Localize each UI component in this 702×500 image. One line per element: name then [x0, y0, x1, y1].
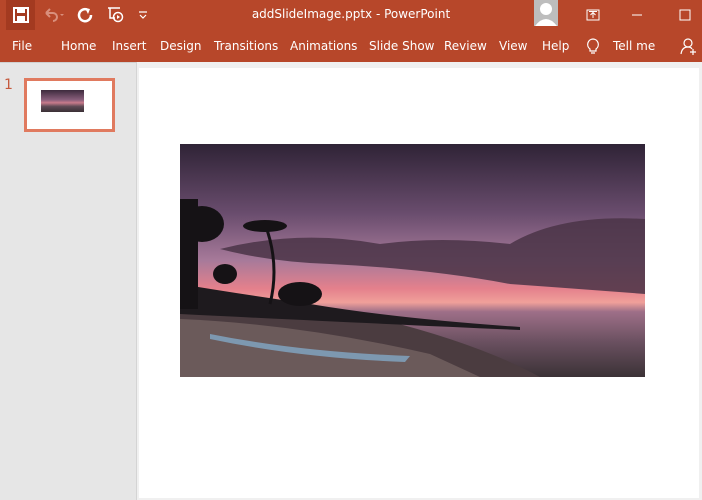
share-icon[interactable] — [680, 38, 698, 55]
tab-animations[interactable]: Animations — [290, 39, 357, 53]
slide-image[interactable] — [180, 144, 645, 377]
slide-canvas[interactable] — [139, 68, 699, 498]
tab-review[interactable]: Review — [444, 39, 487, 53]
thumbnail-image — [41, 90, 84, 112]
tab-help[interactable]: Help — [542, 39, 569, 53]
maximize-button[interactable] — [674, 0, 696, 30]
minimize-button[interactable] — [626, 0, 648, 30]
slide-editor — [137, 62, 702, 500]
slide-thumbnail[interactable] — [24, 78, 115, 132]
tell-me-search[interactable]: Tell me — [613, 39, 655, 53]
ribbon-display-options-button[interactable] — [582, 0, 604, 30]
maximize-icon — [679, 9, 691, 21]
tab-view[interactable]: View — [499, 39, 527, 53]
ribbon-tabs: File Home Insert Design Transitions Anim… — [0, 30, 702, 62]
tab-file[interactable]: File — [12, 39, 32, 53]
tab-slide-show[interactable]: Slide Show — [369, 39, 434, 53]
tab-home[interactable]: Home — [61, 39, 96, 53]
title-bar: addSlideImage.pptx - PowerPoint — [0, 0, 702, 30]
tab-design[interactable]: Design — [160, 39, 201, 53]
slides-panel: 1 — [0, 62, 137, 500]
ribbon-display-icon — [586, 9, 600, 21]
account-avatar[interactable] — [534, 0, 558, 26]
slide-number: 1 — [4, 77, 13, 93]
lightbulb-icon — [587, 38, 599, 54]
tab-insert[interactable]: Insert — [112, 39, 146, 53]
tab-transitions[interactable]: Transitions — [214, 39, 278, 53]
user-icon — [535, 3, 557, 26]
minimize-icon — [632, 14, 642, 16]
